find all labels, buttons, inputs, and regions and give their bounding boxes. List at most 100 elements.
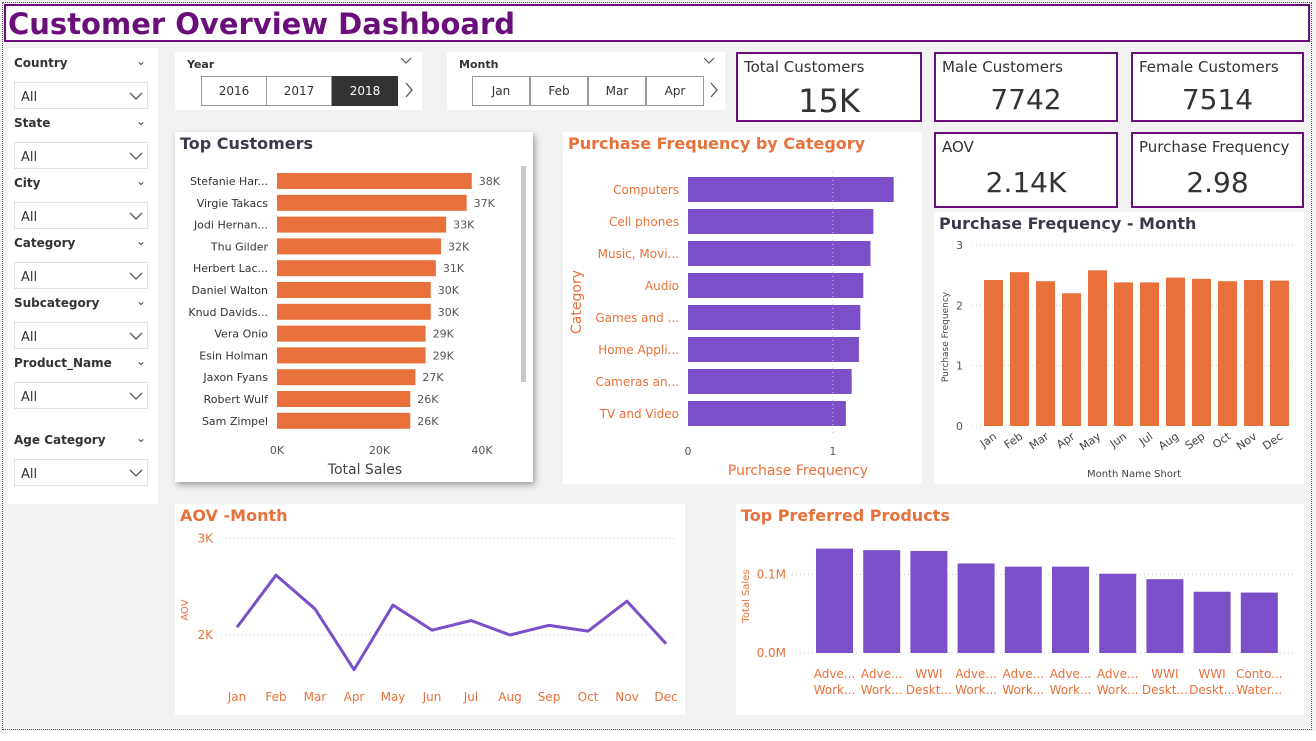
bar	[277, 194, 467, 211]
slicer-city: City ⌄ All	[14, 174, 148, 229]
x-tick-label: Aug	[1156, 430, 1181, 453]
chevron-down-icon[interactable]: ⌄	[136, 54, 146, 68]
y-tick-label: 2	[956, 299, 963, 312]
x-tick-label: 20K	[369, 444, 391, 457]
chevron-down-icon[interactable]: ⌄	[136, 431, 146, 445]
data-label: 38K	[479, 175, 501, 188]
chevron-down-icon[interactable]: ⌄	[136, 354, 146, 368]
x-tick-label: WWI	[915, 667, 942, 681]
category-label: Esin Holman	[199, 349, 268, 362]
top-products-chart: 0.0M 0.1M Adve... Work... Adve... Work... WWI D…	[741, 548, 1296, 697]
bar	[1192, 278, 1211, 426]
chevron-down-icon[interactable]: ⌄	[136, 234, 146, 248]
chevron-right-icon[interactable]	[404, 82, 414, 98]
kpi-purchase-frequency: Purchase Frequency 2.98	[1131, 132, 1304, 208]
chevron-down-icon	[129, 212, 143, 220]
chevron-down-icon[interactable]	[703, 57, 715, 64]
city-dropdown[interactable]: All	[14, 202, 148, 229]
category-label: Sam Zimpel	[202, 415, 268, 428]
dropdown-value: All	[21, 90, 38, 105]
page-title: Customer Overview Dashboard	[8, 7, 516, 41]
chevron-down-icon[interactable]: ⌄	[136, 294, 146, 308]
kpi-value: 15K	[798, 82, 860, 120]
month-chip-feb[interactable]: Feb	[530, 76, 588, 106]
slicer-country: Country ⌄ All	[14, 54, 148, 109]
kpi-value: 2.98	[1186, 166, 1249, 199]
category-label: Virgie Takacs	[197, 197, 269, 210]
x-tick-label: Oct	[1210, 429, 1234, 451]
x-tick-label: Adve...	[1050, 667, 1092, 681]
dropdown-value: All	[21, 390, 38, 405]
country-dropdown[interactable]: All	[14, 82, 148, 109]
bar	[957, 563, 995, 653]
bar	[277, 173, 472, 189]
y-tick-label: 0	[956, 420, 963, 433]
x-tick-label: Work...	[1097, 683, 1139, 697]
category-label: Audio	[645, 279, 679, 293]
series-line	[235, 573, 668, 672]
bar	[277, 282, 431, 298]
kpi-male-customers: Male Customers 7742	[934, 52, 1118, 122]
month-chip-mar[interactable]: Mar	[588, 76, 646, 106]
category-dropdown[interactable]: All	[14, 262, 148, 289]
chevron-right-icon[interactable]	[709, 82, 719, 98]
month-chip-jan[interactable]: Jan	[472, 76, 530, 106]
month-chip-apr[interactable]: Apr	[646, 76, 704, 106]
x-tick-label: Sep	[538, 690, 561, 704]
product-name-dropdown[interactable]: All	[14, 382, 148, 409]
y-tick-label: 0.0M	[757, 646, 786, 660]
top-customers-chart: Stefanie Har... 38K Virgie Takacs 37K Jodi H…	[188, 166, 526, 478]
x-tick-label: Adve...	[1097, 667, 1139, 681]
slicer-state: State ⌄ All	[14, 114, 148, 169]
y-tick-label: 3	[956, 239, 963, 252]
bar	[1114, 282, 1133, 426]
y-axis-title: AOV	[180, 599, 191, 620]
x-tick-label: May	[1077, 430, 1103, 454]
year-chip-2017[interactable]: 2017	[266, 76, 332, 106]
y-tick-label: 1	[956, 360, 963, 373]
chevron-down-icon[interactable]	[400, 57, 412, 64]
chevron-down-icon[interactable]: ⌄	[136, 114, 146, 128]
bar	[277, 347, 426, 364]
data-label: 30K	[438, 284, 460, 297]
data-label: 26K	[417, 415, 439, 428]
state-dropdown[interactable]: All	[14, 142, 148, 169]
category-label: Knud Davids...	[188, 306, 268, 319]
data-label: 30K	[438, 306, 460, 319]
kpi-total-customers: Total Customers 15K	[736, 52, 922, 122]
age-category-dropdown[interactable]: All	[14, 459, 148, 486]
year-slicer: Year 2016 2017 2018	[175, 52, 422, 110]
kpi-value: 2.14K	[985, 166, 1067, 199]
x-tick-label: Jul	[463, 690, 478, 704]
bar	[277, 238, 441, 255]
x-tick-label: Water...	[1236, 683, 1282, 697]
bar	[1193, 591, 1231, 653]
purchase-frequency-month-card: Purchase Frequency - Month 0 1 2 3 Jan Feb Mar…	[934, 212, 1304, 484]
category-label: Vera Onio	[214, 328, 268, 341]
year-chip-2016[interactable]: 2016	[201, 76, 267, 106]
x-tick-label: Nov	[1234, 430, 1259, 453]
year-chip-2018[interactable]: 2018	[332, 76, 398, 106]
subcategory-dropdown[interactable]: All	[14, 322, 148, 349]
category-label: Cameras an...	[595, 375, 679, 389]
chevron-down-icon[interactable]: ⌄	[136, 174, 146, 188]
x-tick-label: Deskt...	[1189, 683, 1235, 697]
bar	[1010, 272, 1029, 426]
x-tick-label: Jan	[227, 690, 247, 704]
x-tick-label: Work...	[955, 683, 997, 697]
x-tick-label: Adve...	[861, 667, 903, 681]
slicer-category: Category ⌄ All	[14, 234, 148, 289]
x-tick-label: Adve...	[814, 667, 856, 681]
category-label: Home Appli...	[598, 343, 679, 357]
month-slicer: Month Jan Feb Mar Apr	[447, 52, 725, 110]
category-label: Jaxon Fyans	[202, 371, 268, 384]
scrollbar[interactable]	[521, 166, 526, 382]
x-axis-title: Purchase Frequency	[728, 463, 868, 479]
purchase-frequency-month-chart: 0 1 2 3 Jan Feb Mar Apr May Jun Jul Aug Sep Oct Nov Dec…	[941, 239, 1296, 480]
kpi-value: 7742	[990, 83, 1062, 116]
data-label: 33K	[453, 219, 475, 232]
slicer-product-name: Product_Name ⌄ All	[14, 354, 148, 409]
category-label: Games and ...	[595, 311, 679, 325]
bar	[277, 303, 431, 320]
dropdown-value: All	[21, 270, 38, 285]
